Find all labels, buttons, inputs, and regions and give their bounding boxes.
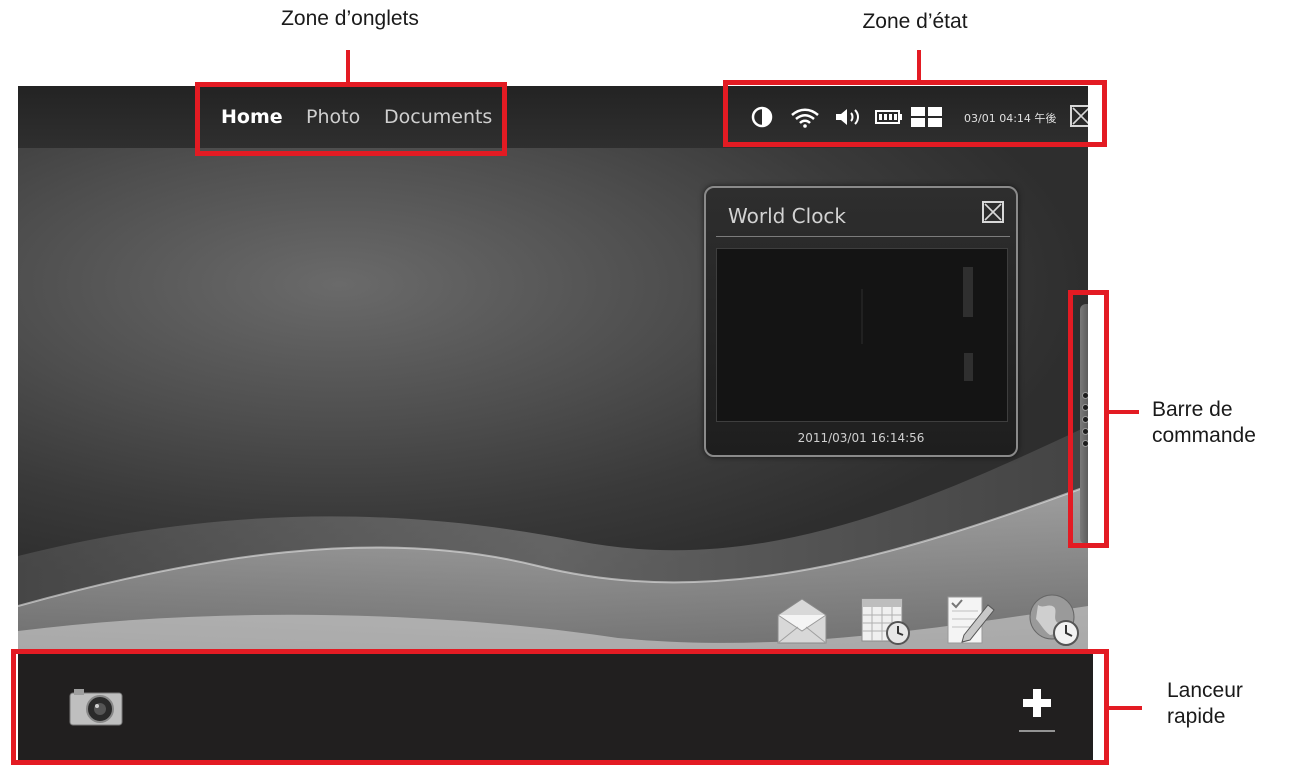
world-map-graphic bbox=[861, 267, 973, 381]
brightness-icon[interactable] bbox=[751, 106, 773, 128]
callout-status-zone: Zone d’état bbox=[862, 10, 968, 33]
wifi-icon[interactable] bbox=[790, 108, 820, 128]
command-bar-dot bbox=[1082, 440, 1088, 447]
camera-icon[interactable] bbox=[68, 687, 124, 727]
command-bar-dot bbox=[1082, 404, 1088, 411]
battery-icon[interactable] bbox=[875, 110, 903, 124]
world-clock-close-button[interactable] bbox=[982, 201, 1004, 223]
quick-launcher bbox=[18, 653, 1093, 763]
add-icon[interactable] bbox=[1017, 683, 1057, 735]
command-bar-dot bbox=[1082, 416, 1088, 423]
grid-icon[interactable] bbox=[911, 106, 943, 128]
world-clock-title: World Clock bbox=[728, 204, 847, 228]
notes-icon[interactable] bbox=[942, 591, 998, 647]
callout-pointer-tabs bbox=[346, 50, 350, 84]
close-icon bbox=[1072, 107, 1088, 125]
close-icon bbox=[984, 203, 1002, 221]
calendar-icon[interactable] bbox=[858, 591, 914, 647]
status-datetime: 03/01 04:14 午後 bbox=[964, 112, 1057, 125]
tab-home[interactable]: Home bbox=[221, 106, 283, 128]
world-clock-date: 2011/03/01 16:14:56 bbox=[797, 431, 925, 445]
status-close-button[interactable] bbox=[1070, 105, 1088, 127]
world-clock-widget[interactable]: World Clock 2011/03/01 16:14:56 bbox=[704, 186, 1018, 457]
tab-photo[interactable]: Photo bbox=[306, 106, 360, 128]
world-clock-divider bbox=[716, 236, 1010, 237]
callout-pointer-launcher bbox=[1108, 706, 1142, 710]
volume-icon[interactable] bbox=[834, 106, 864, 128]
command-bar[interactable] bbox=[1080, 304, 1088, 544]
tab-documents[interactable]: Documents bbox=[384, 106, 492, 128]
callout-pointer-command bbox=[1109, 410, 1139, 414]
command-bar-dot bbox=[1082, 428, 1088, 435]
world-clock-icon[interactable] bbox=[1026, 591, 1082, 647]
mail-icon[interactable] bbox=[774, 591, 830, 647]
home-screen: Home Photo Documents 03/01 04:14 午後 Worl… bbox=[18, 86, 1088, 653]
callout-tabs-zone: Zone d’onglets bbox=[281, 7, 419, 30]
callout-command-bar-text: Barre de commande bbox=[1152, 398, 1256, 447]
callout-launcher-text: Lanceur rapide bbox=[1167, 679, 1243, 728]
callout-launcher: Lanceur rapide bbox=[1167, 678, 1287, 730]
command-bar-dot bbox=[1082, 392, 1088, 399]
world-clock-map bbox=[716, 248, 1008, 422]
callout-command-bar: Barre de commande bbox=[1152, 397, 1290, 449]
callout-pointer-status bbox=[917, 50, 921, 82]
